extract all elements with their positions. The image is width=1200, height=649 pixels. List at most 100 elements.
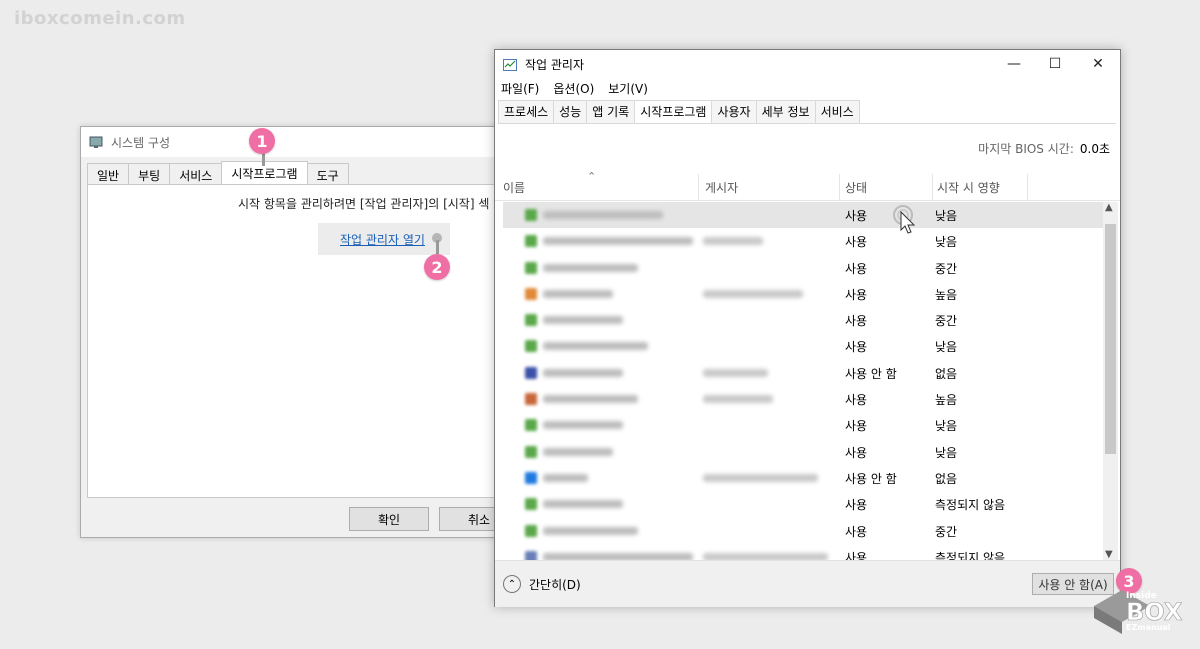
tab-services-tm[interactable]: 서비스	[814, 100, 860, 123]
scroll-down-icon[interactable]: ▼	[1105, 549, 1113, 560]
app-name-blurred	[543, 211, 663, 219]
table-row[interactable]: 사용 중간	[495, 518, 1103, 544]
table-row[interactable]: 사용 낮음	[495, 412, 1103, 438]
menu-view[interactable]: 보기(V)	[608, 80, 648, 97]
bios-label: 마지막 BIOS 시간:	[978, 142, 1074, 156]
status-cell: 사용	[845, 314, 868, 329]
status-cell: 사용	[845, 209, 868, 223]
startup-description: 시작 항목을 관리하려면 [작업 관리자]의 [시작] 섹	[238, 197, 490, 211]
publisher-blurred	[703, 552, 828, 560]
maximize-icon[interactable]: ☐	[1040, 54, 1070, 74]
table-row[interactable]: 사용 낮음	[495, 333, 1103, 359]
impact-cell: 측정되지 않음	[935, 498, 1006, 513]
msconfig-titlebar: 시스템 구성	[81, 127, 521, 157]
menu-options[interactable]: 옵션(O)	[553, 80, 594, 97]
column-status[interactable]: 상태	[845, 179, 867, 196]
vertical-scrollbar[interactable]: ▲ ▼	[1103, 202, 1118, 560]
table-row[interactable]: 사용 중간	[495, 255, 1103, 281]
app-icon	[525, 393, 537, 406]
app-name-blurred	[543, 368, 623, 377]
impact-cell: 중간	[935, 524, 958, 539]
publisher-blurred	[703, 473, 818, 482]
msconfig-app-icon	[89, 136, 103, 148]
impact-cell: 낮음	[935, 445, 958, 460]
table-row[interactable]: 사용 높음	[495, 386, 1103, 412]
open-task-manager-box: 작업 관리자 열기	[318, 223, 450, 255]
impact-cell: 낮음	[935, 419, 958, 434]
column-name[interactable]: 이름	[503, 179, 525, 196]
app-icon	[525, 340, 537, 353]
status-cell: 사용 안 함	[845, 366, 897, 381]
publisher-blurred	[703, 368, 768, 377]
minimize-icon[interactable]: —	[999, 54, 1029, 74]
task-manager-tabs: 프로세스 성능 앱 기록 시작프로그램 사용자 세부 정보 서비스	[498, 100, 1116, 124]
table-row[interactable]: 사용 낮음	[495, 439, 1103, 465]
task-manager-footer: ⌃ 간단히(D) 사용 안 함(A)	[495, 560, 1120, 607]
status-cell: 사용	[845, 419, 868, 434]
system-configuration-window: 시스템 구성 일반 부팅 서비스 시작프로그램 도구 시작 항목을 관리하려면 …	[80, 126, 522, 538]
impact-cell: 없음	[935, 366, 958, 381]
bios-value: 0.0초	[1079, 142, 1110, 156]
mouse-cursor-icon	[893, 205, 916, 234]
svg-text:BOX: BOX	[1126, 598, 1183, 626]
bios-time: 마지막 BIOS 시간: 0.0초	[978, 140, 1110, 157]
table-row[interactable]: 사용 중간	[495, 307, 1103, 333]
app-name-blurred	[543, 263, 638, 272]
startup-list: 사용 낮음 사용 낮음 사용 중간 사용 높음 사용 중간 사용 낮음 사용 안 함 없음 사용 높음 사용 낮음…	[495, 202, 1103, 560]
tab-processes[interactable]: 프로세스	[498, 100, 555, 123]
impact-cell: 낮음	[935, 340, 958, 355]
table-row[interactable]: 사용 높음	[495, 281, 1103, 307]
tab-app-history[interactable]: 앱 기록	[586, 100, 636, 123]
app-name-blurred	[543, 473, 588, 482]
app-icon	[525, 419, 537, 432]
table-row[interactable]: 사용 측정되지 않음	[495, 544, 1103, 560]
status-cell: 사용 안 함	[845, 471, 897, 486]
app-name-blurred	[543, 316, 623, 325]
table-row[interactable]: 사용 낮음	[495, 228, 1103, 254]
close-icon[interactable]: ✕	[1083, 54, 1113, 74]
task-manager-titlebar: 작업 관리자	[503, 56, 584, 73]
publisher-blurred	[703, 289, 803, 298]
app-icon	[525, 314, 537, 327]
status-cell: 사용	[845, 235, 868, 250]
column-publisher[interactable]: 게시자	[705, 179, 738, 196]
impact-cell: 높음	[935, 393, 958, 408]
task-manager-title: 작업 관리자	[525, 58, 585, 72]
step-badge-2: 2	[424, 254, 450, 280]
open-task-manager-link[interactable]: 작업 관리자 열기	[340, 231, 425, 248]
fewer-details-toggle[interactable]: ⌃ 간단히(D)	[503, 575, 581, 593]
app-name-blurred	[543, 289, 613, 298]
badge-2-pointer	[436, 240, 439, 254]
tab-startup-apps[interactable]: 시작프로그램	[634, 100, 713, 123]
column-impact[interactable]: 시작 시 영향	[937, 179, 1000, 196]
ok-button[interactable]: 확인	[349, 507, 429, 531]
svg-text:EZmanual: EZmanual	[1126, 623, 1171, 632]
publisher-blurred	[703, 237, 763, 246]
app-icon	[525, 209, 537, 221]
app-icon	[525, 366, 537, 379]
app-name-blurred	[543, 395, 638, 404]
app-icon	[525, 261, 537, 274]
insidebox-watermark-logo: Inside BOX EZmanual	[1094, 590, 1183, 634]
impact-cell: 중간	[935, 261, 958, 276]
impact-cell: 낮음	[935, 235, 958, 250]
tab-performance[interactable]: 성능	[553, 100, 588, 123]
impact-cell: 낮음	[935, 209, 958, 223]
status-cell: 사용	[845, 550, 868, 560]
step-badge-1: 1	[249, 128, 275, 154]
badge-1-pointer	[262, 152, 265, 166]
scroll-up-icon[interactable]: ▲	[1105, 202, 1113, 213]
app-name-blurred	[543, 237, 693, 246]
app-name-blurred	[543, 552, 693, 560]
table-row[interactable]: 사용 낮음	[503, 202, 1103, 229]
sort-ascending-icon: ⌃	[587, 170, 597, 183]
task-manager-app-icon	[503, 58, 517, 71]
table-row[interactable]: 사용 안 함 없음	[495, 360, 1103, 386]
tab-users[interactable]: 사용자	[711, 100, 757, 123]
tab-details[interactable]: 세부 정보	[755, 100, 816, 123]
menu-file[interactable]: 파일(F)	[501, 80, 539, 97]
table-row[interactable]: 사용 측정되지 않음	[495, 491, 1103, 517]
scroll-thumb[interactable]	[1105, 224, 1116, 454]
table-row[interactable]: 사용 안 함 없음	[495, 465, 1103, 491]
impact-cell: 중간	[935, 314, 958, 329]
